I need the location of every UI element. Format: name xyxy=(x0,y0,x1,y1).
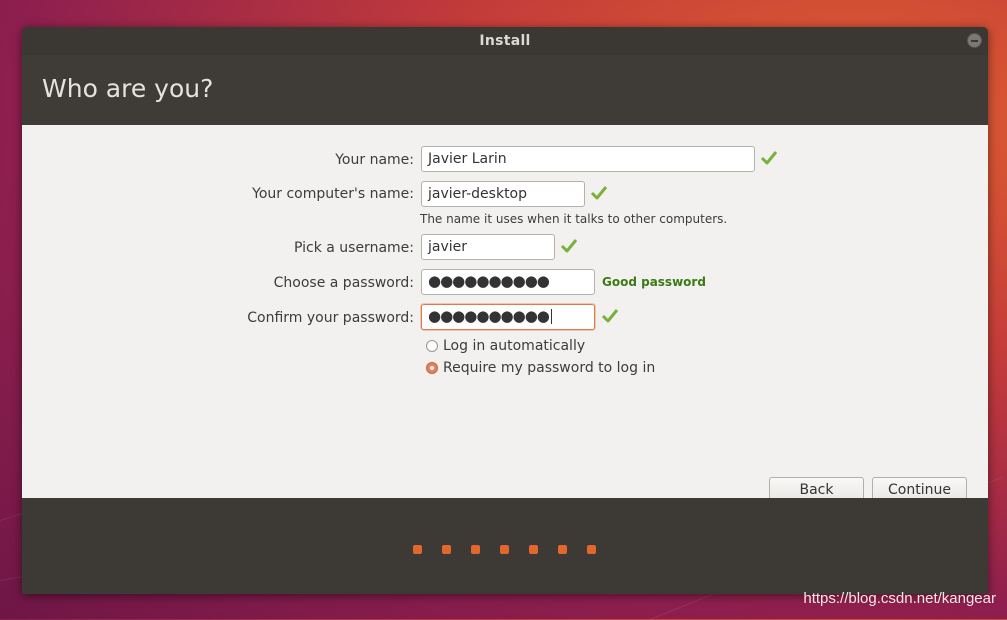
radio-label: Require my password to log in xyxy=(443,360,656,376)
radio-button[interactable] xyxy=(426,340,438,352)
password-label: Choose a password: xyxy=(273,275,414,291)
username-label: Pick a username: xyxy=(293,240,414,256)
form-area: Your name: Javier Larin Your computer's … xyxy=(22,125,988,504)
valid-check-icon xyxy=(590,186,608,200)
progress-dot xyxy=(413,545,422,554)
password-strength: Good password xyxy=(602,275,706,289)
name-field[interactable]: Javier Larin xyxy=(421,146,755,172)
progress-footer xyxy=(22,498,988,594)
confirm-password-label: Confirm your password: xyxy=(247,310,414,326)
radio-button[interactable] xyxy=(426,362,438,374)
require-password-option[interactable]: Require my password to log in xyxy=(426,360,655,376)
password-field[interactable]: ●●●●●●●●●● xyxy=(421,269,595,295)
watermark-text: https://blog.csdn.net/kangear xyxy=(803,590,996,607)
text-cursor xyxy=(550,309,552,324)
name-label: Your name: xyxy=(335,152,414,168)
login-automatically-option[interactable]: Log in automatically xyxy=(426,338,585,354)
progress-dot xyxy=(529,545,538,554)
valid-check-icon xyxy=(760,151,778,165)
valid-check-icon xyxy=(560,239,578,253)
progress-dot xyxy=(587,545,596,554)
confirm-password-value: ●●●●●●●●●● xyxy=(428,307,550,325)
radio-label: Log in automatically xyxy=(443,338,586,354)
progress-dot xyxy=(558,545,567,554)
page-title: Who are you? xyxy=(42,74,214,103)
page-header: Who are you? xyxy=(22,55,988,125)
title-bar: Install xyxy=(22,27,988,55)
confirm-password-field[interactable]: ●●●●●●●●●● xyxy=(421,304,595,330)
progress-dot xyxy=(471,545,480,554)
computer-name-field[interactable]: javier-desktop xyxy=(421,181,585,207)
window-title: Install xyxy=(479,33,531,49)
computer-name-hint: The name it uses when it talks to other … xyxy=(420,212,728,226)
progress-dot xyxy=(500,545,509,554)
installer-window: Install Who are you? Your name: Javier L… xyxy=(22,27,988,594)
progress-dot xyxy=(442,545,451,554)
minimize-icon[interactable] xyxy=(967,33,982,48)
username-field[interactable]: javier xyxy=(421,234,555,260)
valid-check-icon xyxy=(601,309,619,323)
computer-name-label: Your computer's name: xyxy=(252,186,414,202)
